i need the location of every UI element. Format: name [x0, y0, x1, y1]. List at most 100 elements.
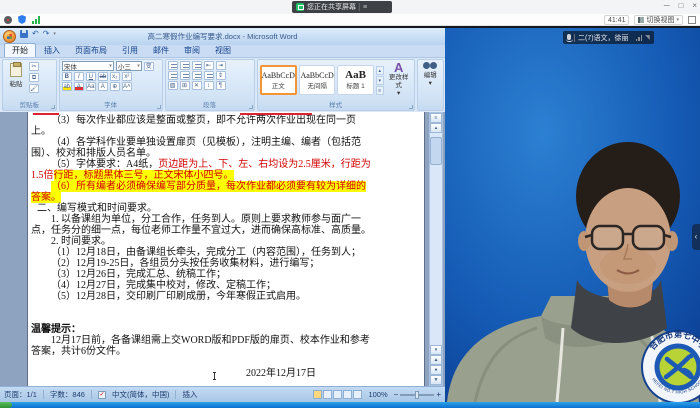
- numbering-button[interactable]: [180, 61, 190, 70]
- decrease-indent-button[interactable]: ⇤: [204, 61, 214, 70]
- pill-menu-icon[interactable]: ≡: [363, 4, 367, 11]
- borders-button[interactable]: ⊞: [180, 81, 190, 90]
- align-right-button[interactable]: [192, 71, 202, 80]
- bold-button[interactable]: B: [62, 72, 72, 81]
- start-button[interactable]: [0, 402, 12, 408]
- scrollbar-thumb[interactable]: [430, 137, 442, 165]
- ruler-toggle-button[interactable]: ≡: [430, 113, 442, 123]
- font-color-button[interactable]: A: [74, 82, 84, 91]
- multilevel-list-button[interactable]: [192, 61, 202, 70]
- tab-references[interactable]: 引用: [115, 44, 145, 57]
- grow-font-button[interactable]: A˄: [122, 82, 132, 91]
- sort-button[interactable]: ↕: [204, 81, 214, 90]
- scroll-up-icon[interactable]: ▴: [430, 123, 442, 133]
- format-painter-button[interactable]: 🖌: [29, 84, 39, 93]
- subscript-button[interactable]: x₂: [110, 72, 120, 81]
- underline-button[interactable]: U: [86, 72, 96, 81]
- align-center-button[interactable]: [180, 71, 190, 80]
- outline-view-button[interactable]: [343, 390, 352, 399]
- panel-collapse-handle[interactable]: ‹: [692, 224, 700, 250]
- clipboard-dialog-launcher[interactable]: [51, 105, 55, 109]
- vertical-scrollbar[interactable]: ≡ ▴ ▾ ▲ ● ▼: [429, 112, 443, 386]
- document-page[interactable]: （3）每次作业都应该是整面或整页，即不允许两次作业出现在同一页上。 （4）各学科…: [27, 112, 425, 386]
- word-count[interactable]: 字数：846: [50, 389, 85, 400]
- document-area[interactable]: （3）每次作业都应该是整面或整页，即不允许两次作业出现在同一页上。 （4）各学科…: [0, 112, 445, 386]
- italic-button[interactable]: I: [74, 72, 84, 81]
- bullets-button[interactable]: [168, 61, 178, 70]
- select-browse-object-button[interactable]: ●: [430, 365, 442, 375]
- pin-icon[interactable]: ◥: [645, 34, 650, 41]
- scroll-down-icon[interactable]: ▾: [430, 345, 442, 355]
- show-marks-button[interactable]: ¶: [216, 81, 226, 90]
- change-styles-button[interactable]: A 更改样式 ▾: [386, 62, 412, 98]
- enclose-character-button[interactable]: ⊕: [110, 82, 120, 91]
- paste-button[interactable]: 粘贴: [5, 62, 27, 93]
- meeting-info-icon[interactable]: [4, 16, 12, 24]
- office-button[interactable]: [3, 30, 16, 43]
- strikethrough-button[interactable]: ab: [98, 72, 108, 81]
- page-indicator[interactable]: 页面：1/1: [4, 389, 37, 400]
- layout-switch-button[interactable]: 切换视图 ▾: [634, 15, 683, 25]
- tab-mailings[interactable]: 邮件: [146, 44, 176, 57]
- styles-dialog-launcher[interactable]: [409, 105, 413, 109]
- minimize-button[interactable]: ─: [664, 1, 670, 10]
- phonetic-guide-button[interactable]: 变: [144, 62, 154, 71]
- editing-group: 编辑 ▾: [417, 59, 444, 111]
- style-heading1[interactable]: AaB 标题 1: [337, 65, 373, 95]
- font-size-combo[interactable]: 小三▾: [116, 61, 142, 71]
- tab-insert[interactable]: 插入: [37, 44, 67, 57]
- qat-dropdown-icon[interactable]: ▾: [53, 31, 56, 37]
- shading-button[interactable]: ▨: [168, 81, 178, 90]
- close-button[interactable]: ×: [692, 1, 697, 10]
- font-name-combo[interactable]: 宋体▾: [62, 61, 114, 71]
- gallery-more-icon[interactable]: ≡: [376, 86, 384, 95]
- tab-page-layout[interactable]: 页面布局: [68, 44, 114, 57]
- print-layout-view-button[interactable]: [313, 390, 322, 399]
- paragraph-dialog-launcher[interactable]: [249, 105, 253, 109]
- tab-review[interactable]: 审阅: [177, 44, 207, 57]
- font-dialog-launcher[interactable]: [157, 105, 161, 109]
- speaker-video-pane[interactable]: 二(7)语文，徐丽 ◥ ‹ 合肥市第七中学 HEFE: [445, 28, 700, 402]
- previous-page-button[interactable]: ▲: [430, 355, 442, 365]
- spellcheck-icon[interactable]: ✓: [98, 391, 106, 399]
- line-spacing-button[interactable]: ⇕: [216, 71, 226, 80]
- cut-button[interactable]: ✂: [29, 62, 39, 71]
- change-case-button[interactable]: Aa: [86, 82, 96, 91]
- word-titlebar[interactable]: ↶ ↷ ▾ 高二寒假作业编写要求.docx - Microsoft Word: [0, 28, 445, 45]
- style-no-spacing[interactable]: AaBbCcD 无间隔: [299, 65, 335, 95]
- character-border-button[interactable]: A: [98, 82, 108, 91]
- share-status-pill[interactable]: 您正在共享屏幕 ≡: [292, 1, 392, 13]
- save-icon[interactable]: [20, 30, 28, 38]
- next-page-button[interactable]: ▼: [430, 375, 442, 385]
- maximize-button[interactable]: □: [678, 1, 683, 10]
- zoom-slider-thumb[interactable]: [415, 391, 419, 399]
- zoom-in-icon[interactable]: +: [436, 391, 441, 399]
- align-left-button[interactable]: [168, 71, 178, 80]
- scrollbar-track[interactable]: [430, 133, 442, 345]
- zoom-level[interactable]: 100%: [368, 390, 387, 399]
- web-layout-view-button[interactable]: [333, 390, 342, 399]
- fullscreen-reading-view-button[interactable]: [323, 390, 332, 399]
- zoom-slider[interactable]: − +: [394, 391, 441, 399]
- fullscreen-icon[interactable]: [688, 16, 696, 24]
- meeting-protect-shield-icon[interactable]: [18, 15, 26, 24]
- styles-gallery-scroll[interactable]: ▴ ▾ ≡: [376, 66, 384, 95]
- redo-icon[interactable]: ↷: [43, 30, 50, 38]
- superscript-button[interactable]: x²: [122, 72, 132, 81]
- draft-view-button[interactable]: [353, 390, 362, 399]
- copy-button[interactable]: ⧉: [29, 73, 39, 82]
- style-normal[interactable]: AaBbCcD 正文: [260, 65, 297, 95]
- find-binoculars-icon[interactable]: [423, 62, 437, 69]
- text-highlight-button[interactable]: ab: [62, 82, 72, 91]
- language-indicator[interactable]: 中文(简体，中国): [112, 389, 170, 400]
- justify-button[interactable]: [204, 71, 214, 80]
- undo-icon[interactable]: ↶: [32, 30, 39, 38]
- tab-home[interactable]: 开始: [4, 43, 36, 57]
- tab-view[interactable]: 视图: [208, 44, 238, 57]
- increase-indent-button[interactable]: ⇥: [216, 61, 226, 70]
- asian-layout-button[interactable]: ✕: [192, 81, 202, 90]
- gallery-up-icon[interactable]: ▴: [376, 66, 384, 75]
- zoom-out-icon[interactable]: −: [394, 391, 399, 399]
- gallery-down-icon[interactable]: ▾: [376, 76, 384, 85]
- insert-mode[interactable]: 插入: [182, 389, 197, 400]
